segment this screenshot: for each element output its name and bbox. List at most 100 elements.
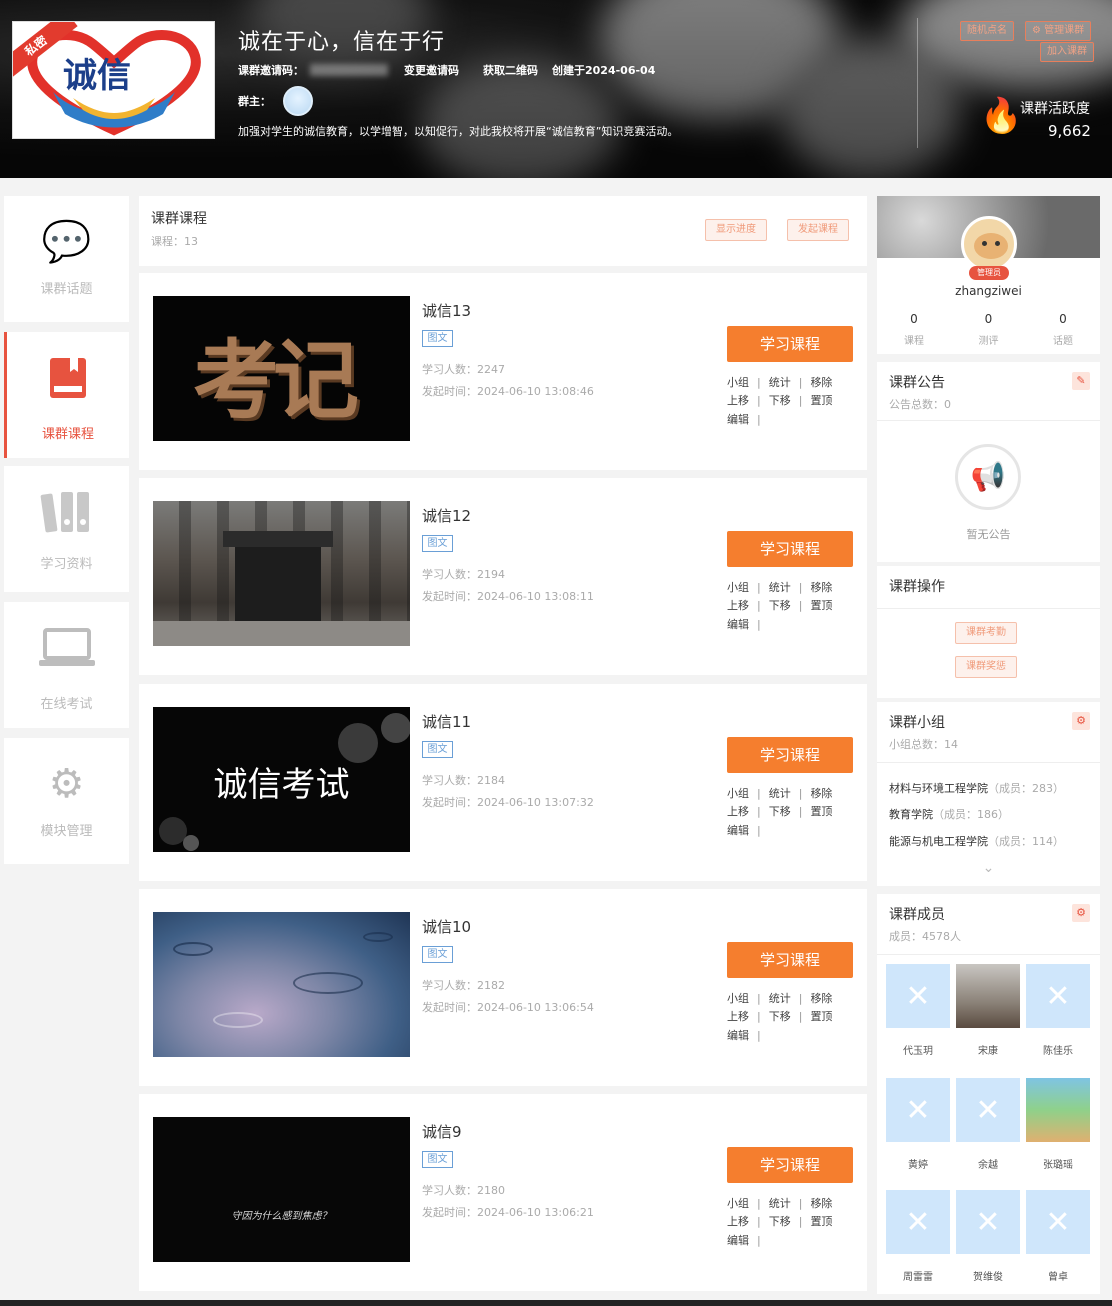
member-item[interactable]: ✕ 周雷雷 <box>886 1190 950 1283</box>
study-course-button[interactable]: 学习课程 <box>727 942 853 978</box>
group-link[interactable]: 小组 <box>727 1197 749 1210</box>
publish-course-button[interactable]: 发起课程 <box>787 219 849 241</box>
edit-link[interactable]: 编辑 <box>727 618 749 631</box>
move-up-link[interactable]: 上移 <box>727 1215 749 1228</box>
pin-top-link[interactable]: 置顶 <box>810 394 832 407</box>
study-course-button[interactable]: 学习课程 <box>727 737 853 773</box>
edit-icon[interactable]: ✎ <box>1072 372 1090 390</box>
owner-avatar[interactable] <box>283 86 313 116</box>
move-down-link[interactable]: 下移 <box>769 1010 791 1023</box>
remove-link[interactable]: 移除 <box>810 1197 832 1210</box>
stats-link[interactable]: 统计 <box>769 787 791 800</box>
course-learners: 学习人数：2247 <box>422 363 505 376</box>
course-thumbnail[interactable]: 诚信考试 <box>153 707 410 852</box>
pin-top-link[interactable]: 置顶 <box>810 599 832 612</box>
member-item[interactable]: 宋康 <box>956 964 1020 1057</box>
course-thumbnail[interactable]: 守因为什么感到焦虑？ <box>153 1117 410 1262</box>
remove-link[interactable]: 移除 <box>810 992 832 1005</box>
course-actions-row1: 小组 | 统计 | 移除 <box>727 581 833 594</box>
edit-link[interactable]: 编辑 <box>727 824 749 837</box>
gear-icon[interactable]: ⚙ <box>1072 712 1090 730</box>
nav-item-materials[interactable]: 学习资料 <box>4 466 129 592</box>
edit-link[interactable]: 编辑 <box>727 1234 749 1247</box>
group-item[interactable]: 教育学院（成员：186） <box>889 806 1009 822</box>
move-down-link[interactable]: 下移 <box>769 394 791 407</box>
award-button[interactable]: 课群奖惩 <box>955 656 1017 678</box>
member-item[interactable]: ✕ 余越 <box>956 1078 1020 1171</box>
manage-group-label: 管理课群 <box>1044 25 1085 36</box>
change-invite-link[interactable]: 变更邀请码 <box>404 62 459 78</box>
remove-link[interactable]: 移除 <box>810 376 832 389</box>
member-item[interactable]: ✕ 曾卓 <box>1026 1190 1090 1283</box>
study-course-button[interactable]: 学习课程 <box>727 326 853 362</box>
move-up-link[interactable]: 上移 <box>727 1010 749 1023</box>
course-thumbnail[interactable] <box>153 501 410 646</box>
nav-item-modules[interactable]: ⚙ 模块管理 <box>4 738 129 864</box>
announcement-title: 课群公告 <box>889 375 945 391</box>
course-thumbnail[interactable]: 考记 <box>153 296 410 441</box>
stat-topics-label: 话题 <box>1053 336 1073 347</box>
member-avatar <box>1026 1078 1090 1142</box>
move-up-link[interactable]: 上移 <box>727 599 749 612</box>
move-down-link[interactable]: 下移 <box>769 805 791 818</box>
study-course-button[interactable]: 学习课程 <box>727 531 853 567</box>
announcement-empty: 暂无公告 <box>966 528 1011 541</box>
group-link[interactable]: 小组 <box>727 376 749 389</box>
group-item[interactable]: 能源与机电工程学院（成员：114） <box>889 833 1064 849</box>
course-title[interactable]: 诚信12 <box>422 505 471 526</box>
group-link[interactable]: 小组 <box>727 992 749 1005</box>
move-down-link[interactable]: 下移 <box>769 599 791 612</box>
group-item[interactable]: 材料与环境工程学院（成员：283） <box>889 780 1064 796</box>
show-progress-button[interactable]: 显示进度 <box>705 219 767 241</box>
owner-label: 群主： <box>238 95 271 108</box>
header-divider <box>917 18 918 148</box>
course-title[interactable]: 诚信11 <box>422 711 471 732</box>
join-group-button[interactable]: 加入课群 <box>1040 42 1094 62</box>
nav-item-courses[interactable]: 课群课程 <box>4 332 129 458</box>
stats-link[interactable]: 统计 <box>769 1197 791 1210</box>
course-title[interactable]: 诚信10 <box>422 916 471 937</box>
group-link[interactable]: 小组 <box>727 787 749 800</box>
pin-top-link[interactable]: 置顶 <box>810 1010 832 1023</box>
nav-item-exam[interactable]: 在线考试 <box>4 602 129 728</box>
pin-top-link[interactable]: 置顶 <box>810 805 832 818</box>
attendance-button[interactable]: 课群考勤 <box>955 622 1017 644</box>
stats-link[interactable]: 统计 <box>769 581 791 594</box>
course-tag: 图文 <box>422 741 453 758</box>
member-item[interactable]: ✕ 陈佳乐 <box>1026 964 1090 1057</box>
random-rollcall-button[interactable]: 随机点名 <box>960 21 1014 41</box>
course-actions-row2: 上移 | 下移 | 置顶 <box>727 1010 833 1023</box>
move-up-link[interactable]: 上移 <box>727 805 749 818</box>
stats-link[interactable]: 统计 <box>769 376 791 389</box>
laptop-icon <box>4 626 129 679</box>
move-up-link[interactable]: 上移 <box>727 394 749 407</box>
course-thumbnail[interactable] <box>153 912 410 1057</box>
expand-chevron-icon[interactable]: ⌄ <box>877 860 1100 876</box>
edit-link[interactable]: 编辑 <box>727 413 749 426</box>
member-item[interactable]: ✕ 代玉玥 <box>886 964 950 1057</box>
course-card: 诚信考试 诚信11 图文 学习人数：2184 发起时间：2024-06-10 1… <box>139 684 867 881</box>
user-avatar[interactable] <box>961 216 1017 272</box>
nav-label: 课群话题 <box>40 282 93 297</box>
gear-icon[interactable]: ⚙ <box>1072 904 1090 922</box>
get-qr-link[interactable]: 获取二维码 <box>483 62 538 78</box>
manage-group-button[interactable]: ⚙ 管理课群 <box>1025 21 1092 41</box>
move-down-link[interactable]: 下移 <box>769 1215 791 1228</box>
member-item[interactable]: ✕ 黄婷 <box>886 1078 950 1171</box>
course-title[interactable]: 诚信9 <box>422 1121 462 1142</box>
group-link[interactable]: 小组 <box>727 581 749 594</box>
remove-link[interactable]: 移除 <box>810 787 832 800</box>
remove-link[interactable]: 移除 <box>810 581 832 594</box>
thumbnail-text: 守因为什么感到焦虑？ <box>231 1211 332 1222</box>
flame-icon: 🔥 <box>980 96 1023 136</box>
edit-link[interactable]: 编辑 <box>727 1029 749 1042</box>
member-item[interactable]: 张璐瑶 <box>1026 1078 1090 1171</box>
member-item[interactable]: ✕ 贺维俊 <box>956 1190 1020 1283</box>
stats-link[interactable]: 统计 <box>769 992 791 1005</box>
header-meta: 课群邀请码： 变更邀请码 获取二维码 创建于2024-06-04 <box>238 62 655 78</box>
stat-tests-label: 测评 <box>978 336 999 347</box>
study-course-button[interactable]: 学习课程 <box>727 1147 853 1183</box>
nav-item-topics[interactable]: 💬 课群话题 <box>4 196 129 322</box>
pin-top-link[interactable]: 置顶 <box>810 1215 832 1228</box>
course-title[interactable]: 诚信13 <box>422 300 471 321</box>
